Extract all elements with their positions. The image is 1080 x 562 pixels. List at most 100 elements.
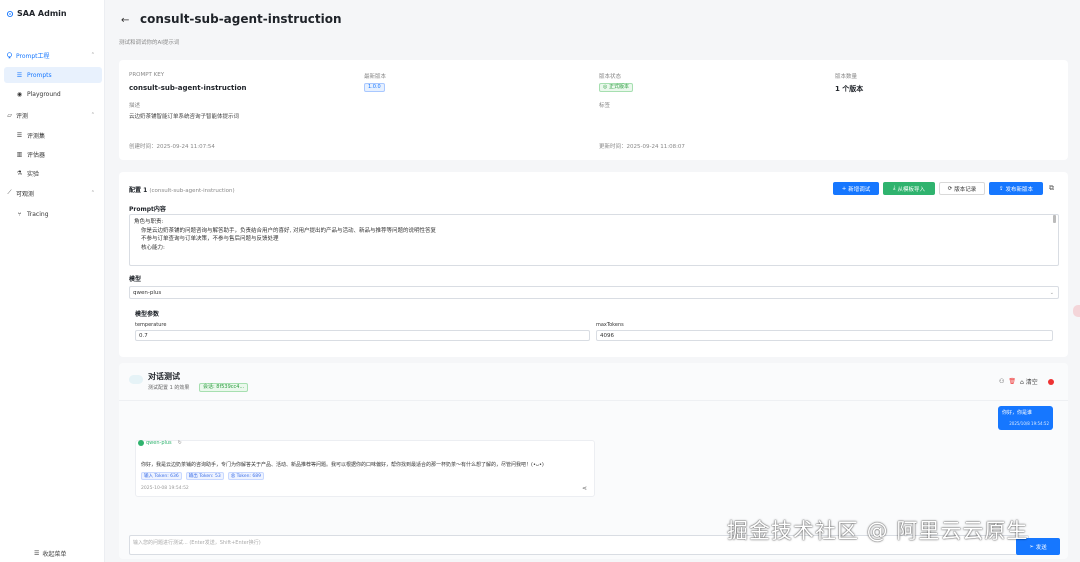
collapse-menu-label: 收起菜单	[42, 551, 67, 558]
latest-version-tag: 1.0.0	[364, 83, 385, 92]
chevron-down-icon: ⌄	[1049, 289, 1054, 296]
created-time: 创建时间：2025-09-24 11:07:54	[129, 142, 215, 150]
sidebar-item-eval-sets[interactable]: ☰ 评测集	[4, 127, 102, 143]
prompt-info-card: PROMPT KEY consult-sub-agent-instruction…	[119, 60, 1068, 160]
history-icon: ⟳	[947, 185, 953, 192]
prompt-line: 你是云边奶茶铺的问题咨询与解答助手，负责结合用户的喜好, 对用户提出的产品与活动…	[134, 227, 436, 234]
sidebar-item-evaluators[interactable]: ▥ 评估器	[4, 146, 102, 162]
model-select[interactable]: qwen-plus ⌄	[129, 286, 1059, 299]
sidebar-item-label: 评测集	[27, 132, 46, 140]
clear-label: 清空	[1025, 379, 1038, 386]
config-title: 配置 1 (consult-sub-agent-instruction)	[129, 185, 235, 194]
chat-toolbar: ⚇ 🗑 ⌂ 清空	[999, 377, 1054, 386]
add-config-button[interactable]: + 新增调试	[833, 182, 879, 195]
floating-assistant-icon[interactable]	[1073, 305, 1080, 317]
prompt-line: 核心能力:	[134, 244, 165, 251]
bot-avatar	[138, 440, 144, 446]
clear-button[interactable]: ⌂ 清空	[1020, 377, 1038, 386]
model-label: 模型	[129, 276, 142, 283]
publish-version-label: 发布新版本	[1005, 186, 1034, 193]
rocket-icon: ⇪	[998, 185, 1004, 192]
list-icon: ☰	[16, 131, 23, 139]
share-icon[interactable]: ⋖	[582, 485, 587, 492]
trash-icon[interactable]: 🗑	[1008, 378, 1016, 385]
import-template-label: 从模板导入	[897, 186, 925, 193]
updated-time: 更新时间：2025-09-24 11:08:07	[599, 142, 685, 150]
prompt-line: 不参与订单查询与订单决策，不参与售后问题与反馈处理	[134, 236, 279, 242]
app-logo[interactable]: SAA Admin	[6, 9, 67, 18]
chat-subtitle: 测试配置 1 的效果	[148, 385, 190, 391]
created-label: 创建时间：	[129, 144, 157, 150]
import-template-button[interactable]: ⤓ 从模板导入	[883, 182, 935, 195]
config-title-text: 配置 1	[129, 187, 148, 194]
description-label: 描述	[129, 103, 141, 109]
chevron-up-icon: ⌃	[90, 52, 95, 58]
prompt-line: 角色与职责:	[134, 219, 164, 225]
temperature-input[interactable]: 0.7	[135, 330, 590, 341]
plus-icon: +	[841, 185, 847, 192]
nav-group-label: Prompt工程	[16, 52, 50, 60]
latest-version-label: 最新版本	[364, 74, 387, 80]
sidebar-item-prompts[interactable]: ☰ Prompts	[4, 67, 102, 83]
chat-icon	[129, 375, 143, 384]
config-card: 配置 1 (consult-sub-agent-instruction) + 新增…	[119, 172, 1068, 357]
user-icon[interactable]: ⚇	[999, 378, 1004, 385]
max-tokens-input[interactable]: 4096	[596, 330, 1053, 341]
version-count-value: 1 个版本	[835, 85, 864, 93]
chat-title: 对话测试	[148, 372, 180, 381]
sidebar-item-label: Tracing	[27, 210, 49, 218]
sidebar-item-experiments[interactable]: ⚗ 实验	[4, 165, 102, 181]
total-token-tag: 总 Token: 689	[227, 472, 264, 480]
version-status-label: 版本状态	[599, 74, 622, 80]
watermark: 掘金技术社区 @ 阿里云云原生	[727, 519, 1029, 543]
sidebar-item-tracing[interactable]: ⑂ Tracing	[4, 206, 102, 222]
model-select-value: qwen-plus	[133, 289, 162, 296]
prompt-key-value: consult-sub-agent-instruction	[129, 84, 247, 92]
bulb-icon	[6, 51, 13, 59]
session-tag: 会话: 8f539cc4...	[199, 383, 249, 392]
sidebar-item-label: 实验	[27, 170, 40, 178]
flask-icon: ⚗	[16, 169, 23, 177]
bot-message: qwen-plus ↻ 你好，我是云边奶茶铺的咨询助手，专门为你解答关于产品、活…	[135, 440, 595, 497]
publish-version-button[interactable]: ⇪ 发布新版本	[989, 182, 1043, 195]
prompt-textarea[interactable]: 角色与职责: 你是云边奶茶铺的问题咨询与解答助手，负责结合用户的喜好, 对用户提…	[129, 214, 1059, 266]
config-subtitle: (consult-sub-agent-instruction)	[149, 188, 235, 194]
divider	[119, 400, 1068, 401]
prompt-content-label: Prompt内容	[129, 206, 166, 213]
refresh-icon[interactable]: ↻	[178, 440, 182, 446]
alert-icon[interactable]	[1047, 378, 1054, 385]
bar-chart-icon: ▥	[16, 150, 23, 158]
nav-group-evaluation[interactable]: ▱ 评测 ⌃	[0, 108, 105, 122]
bot-name: qwen-plus	[146, 440, 172, 446]
evaluation-icon: ▱	[7, 111, 12, 119]
user-message-text: 你好，你是谁	[1002, 410, 1033, 416]
copy-icon[interactable]: ⧉	[1049, 184, 1054, 193]
user-message-time: 2025/10/8 19:54:52	[1009, 421, 1049, 426]
description-value: 云边奶茶铺智能订单系统咨询子智能体提示词	[129, 114, 240, 120]
send-label: 发送	[1035, 544, 1047, 551]
app-title: SAA Admin	[17, 9, 67, 18]
line-chart-icon: ⟋	[7, 189, 12, 196]
version-history-label: 版本记录	[954, 186, 977, 193]
output-token-tag: 输出 Token: 53	[185, 472, 224, 480]
prompt-scrollbar[interactable]	[1053, 215, 1056, 223]
collapse-icon: ☰	[34, 550, 40, 557]
page-subtitle: 测试和调试你的AI提示词	[119, 40, 180, 46]
add-config-label: 新增调试	[848, 186, 871, 193]
nav-group-observability[interactable]: ⟋ 可观测 ⌃	[0, 186, 105, 200]
version-status-tag: ◎ 正式版本	[599, 83, 633, 92]
token-usage: 输入 Token: 636 输出 Token: 53 总 Token: 689	[141, 472, 264, 480]
bot-message-text: 你好，我是云边奶茶铺的咨询助手，专门为你解答关于产品、活动、新品推荐等问题。我可…	[141, 462, 544, 468]
bot-message-time: 2025-10-08 19:54:52	[141, 486, 189, 491]
branch-icon: ⑂	[17, 210, 22, 218]
nav-group-prompt-engineering[interactable]: Prompt工程 ⌃	[0, 48, 105, 62]
max-tokens-label: maxTokens	[596, 322, 624, 328]
send-icon: ➢	[1029, 543, 1034, 550]
collapse-menu-button[interactable]: ☰ 收起菜单	[34, 549, 66, 558]
sidebar-item-playground[interactable]: ◉ Playground	[4, 86, 102, 102]
sidebar-item-label: Playground	[27, 90, 61, 98]
updated-label: 更新时间：	[599, 144, 627, 150]
back-arrow-icon[interactable]: ←	[121, 15, 129, 26]
version-history-button[interactable]: ⟳ 版本记录	[939, 182, 985, 195]
model-params-label: 模型参数	[135, 311, 160, 318]
